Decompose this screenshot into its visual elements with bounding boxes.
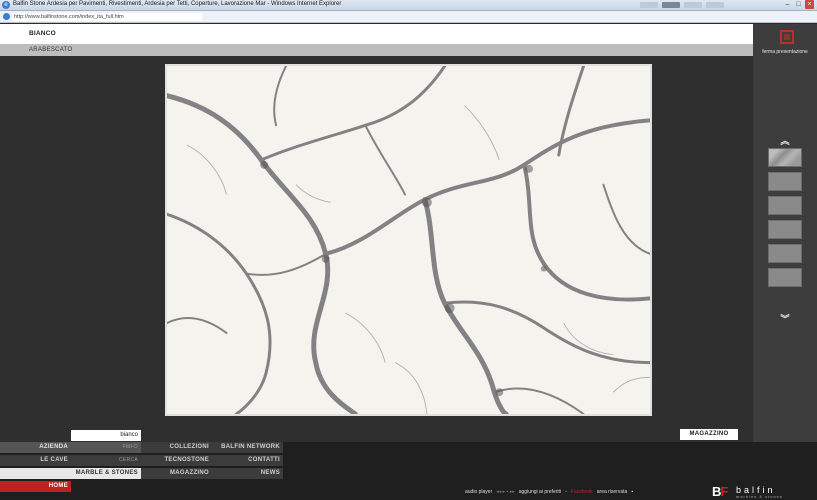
menu-item-tecnostone[interactable]: TECNOSTONE	[141, 455, 212, 466]
variant-title: ARABESCATO	[29, 47, 73, 53]
toolbar-tab[interactable]	[706, 2, 724, 8]
website: BIANCO ARABESCATO ferma presentazione ︽ …	[0, 24, 817, 500]
audio-controls[interactable]: ◂◂ ▸ ▪ ▸▸	[496, 489, 515, 495]
footer-bar: audio player ◂◂ ▸ ▪ ▸▸ aggiungi ai prefe…	[465, 489, 633, 495]
slideshow-panel: ferma presentazione ︽ ︾	[753, 24, 817, 444]
browser-titlebar: e Balfin Stone Ardesia per Pavimenti, Ri…	[0, 0, 817, 11]
maximize-icon[interactable]: □	[794, 0, 803, 9]
stop-presentation-icon[interactable]	[780, 30, 794, 44]
double-chevron-down-icon[interactable]: ︾	[780, 314, 790, 324]
thumbnail[interactable]	[768, 148, 802, 167]
logo-tagline: marbles & stones	[736, 494, 783, 499]
menu-item-azienda[interactable]: AZIENDA	[0, 442, 71, 453]
facebook-link[interactable]: Facebook	[571, 489, 593, 495]
thumbnail[interactable]	[768, 244, 802, 263]
logo-mark: BF	[712, 484, 728, 499]
thumbnail[interactable]	[768, 196, 802, 215]
variant-bar: ARABESCATO	[0, 44, 753, 56]
screen: e Balfin Stone Ardesia per Pavimenti, Ri…	[0, 0, 817, 500]
thumbnail[interactable]	[768, 220, 802, 239]
toolbar-tabs	[640, 2, 724, 8]
menu-sub-cerca[interactable]: CERCA	[71, 455, 141, 466]
ie-icon: e	[2, 1, 10, 9]
menu-item-le-cave[interactable]: LE CAVE	[0, 455, 71, 466]
material-title: BIANCO	[29, 30, 56, 37]
toolbar-tab[interactable]	[640, 2, 658, 8]
reserved-area-link[interactable]: area riservata	[597, 489, 628, 495]
marble-texture	[167, 66, 650, 414]
page-icon	[3, 13, 10, 20]
close-icon[interactable]: ×	[805, 0, 814, 9]
search-input[interactable]: bianco	[71, 430, 141, 441]
minimize-icon[interactable]: –	[783, 0, 792, 9]
menu-item-news[interactable]: NEWS	[212, 468, 283, 479]
menu-item-balfin-network[interactable]: BALFIN NETWORK	[212, 442, 283, 453]
toolbar-tab[interactable]	[662, 2, 680, 8]
menu-item-magazzino[interactable]: MAGAZZINO	[141, 468, 212, 479]
address-bar: http://www.balfinstone.com/index_ita_ful…	[0, 11, 817, 23]
url-field[interactable]: http://www.balfinstone.com/index_ita_ful…	[12, 13, 202, 21]
window-controls: – □ ×	[783, 0, 814, 9]
double-chevron-up-icon[interactable]: ︽	[780, 136, 790, 146]
menu-item-collezioni[interactable]: COLLEZIONI	[141, 442, 212, 453]
menu-item-marble-stones[interactable]: MARBLE & STONES	[0, 468, 141, 479]
magazzino-button[interactable]: MAGAZZINO	[680, 429, 738, 440]
menu-sub-fmfo[interactable]: FMFO	[71, 442, 141, 453]
thumbnail[interactable]	[768, 268, 802, 287]
menu-item-home[interactable]: HOME	[0, 481, 71, 492]
window-title: Balfin Stone Ardesia per Pavimenti, Rive…	[13, 1, 342, 7]
audio-player-label: audio player	[465, 489, 493, 495]
main-menu: AZIENDA FMFO LE CAVE CERCA MARBLE & STON…	[0, 442, 817, 500]
material-bar: BIANCO	[0, 24, 753, 44]
balfin-logo[interactable]: BF balfin marbles & stones	[712, 484, 812, 500]
lock-icon[interactable]: ▪	[631, 489, 633, 495]
marble-image	[165, 64, 652, 416]
favorites-link[interactable]: aggiungi ai preferiti	[519, 489, 561, 495]
toolbar-tab[interactable]	[684, 2, 702, 8]
stop-presentation-label[interactable]: ferma presentazione	[753, 49, 817, 55]
menu-item-contatti[interactable]: CONTATTI	[212, 455, 283, 466]
facebook-icon[interactable]: ▫	[565, 489, 567, 495]
thumbnail[interactable]	[768, 172, 802, 191]
